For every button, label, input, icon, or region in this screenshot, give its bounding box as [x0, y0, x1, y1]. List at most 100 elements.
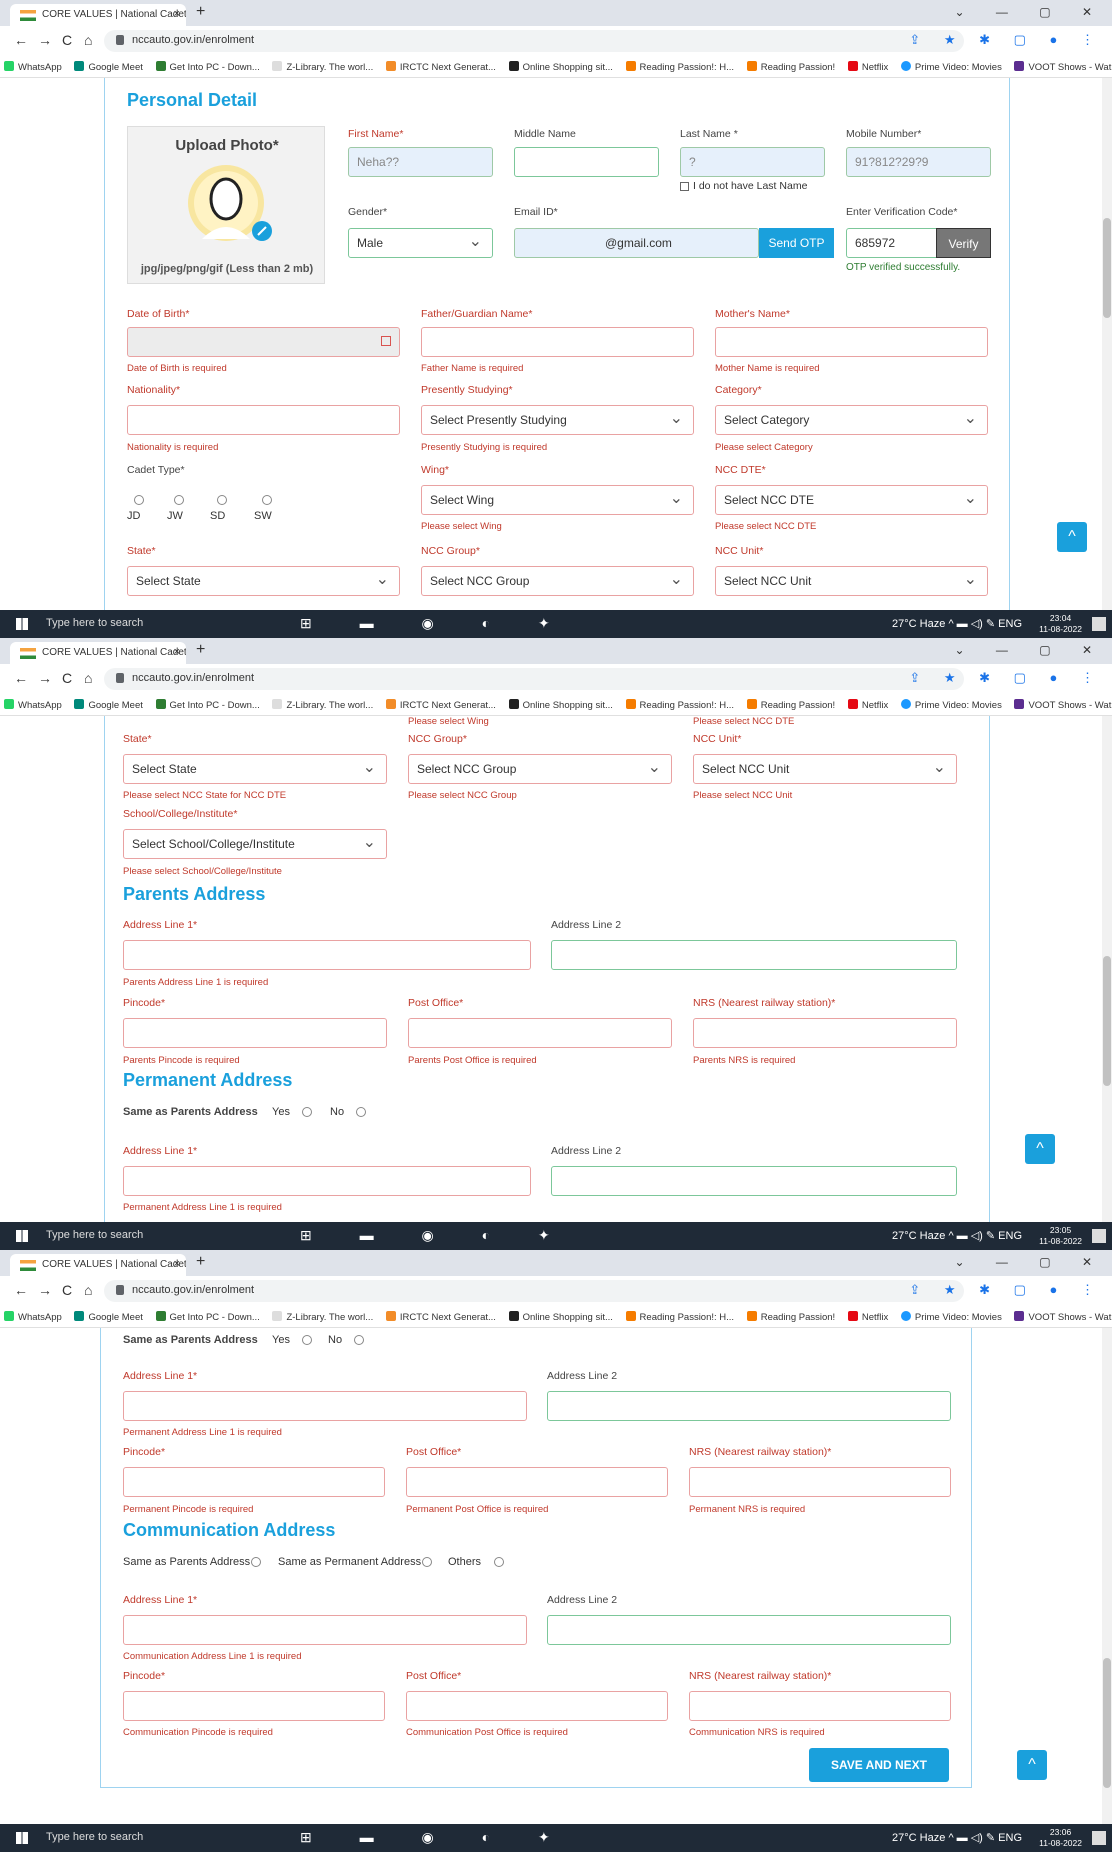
taskbar-app-icons[interactable]: ⊞ ▬ ◉ ◐ ✦	[300, 1829, 572, 1846]
radio-comm-others[interactable]	[494, 1557, 504, 1567]
bookmark-getintopc[interactable]: Get Into PC - Down...	[155, 1311, 260, 1323]
system-tray[interactable]: 27°C Haze ^ ▬ ◁) ✎ ENG	[892, 617, 1022, 630]
parents-pincode-input[interactable]	[123, 1018, 387, 1048]
verify-button[interactable]: Verify	[936, 228, 991, 258]
system-tray[interactable]: 27°C Haze ^ ▬ ◁) ✎ ENG	[892, 1229, 1022, 1242]
bookmark-reading-passion-h[interactable]: Reading Passion!: H...	[625, 1311, 734, 1323]
comm-addr2-input[interactable]	[547, 1615, 951, 1645]
bookmark-voot[interactable]: VOOT Shows - Wat...	[1014, 699, 1112, 711]
comm-po-input[interactable]	[406, 1691, 668, 1721]
taskbar-search[interactable]: Type here to search	[46, 1229, 143, 1241]
scroll-to-top-button[interactable]: ^	[1025, 1134, 1055, 1164]
last-name-input[interactable]: ?	[680, 147, 825, 177]
bookmark-whatsapp[interactable]: WhatsApp	[4, 1311, 62, 1323]
school-select[interactable]: Select School/College/Institute	[123, 829, 387, 859]
toolbar-icons[interactable]: ⇪ ★ ✱ ▢ ● ⋮	[909, 1282, 1104, 1298]
bookmark-whatsapp[interactable]: WhatsApp	[4, 699, 62, 711]
mobile-input[interactable]: 91?812?29?9	[846, 147, 991, 177]
perm-addr2-input[interactable]	[551, 1166, 957, 1196]
studying-select[interactable]: Select Presently Studying	[421, 405, 694, 435]
toolbar-icons[interactable]: ⇪ ★ ✱ ▢ ● ⋮	[909, 670, 1104, 686]
window-controls[interactable]: ⌄ — ▢ ✕	[955, 643, 1106, 657]
scrollbar[interactable]	[1102, 78, 1112, 610]
back-icon[interactable]: ←	[14, 670, 28, 686]
window-controls[interactable]: ⌄ — ▢ ✕	[955, 5, 1106, 19]
middle-name-input[interactable]	[514, 147, 659, 177]
mother-input[interactable]	[715, 327, 988, 357]
parents-addr1-input[interactable]	[123, 940, 531, 970]
bookmark-zlibrary[interactable]: Z-Library. The worl...	[272, 699, 373, 711]
scrollbar-thumb[interactable]	[1103, 956, 1111, 1086]
new-tab-button[interactable]: +	[196, 1253, 205, 1271]
state-select[interactable]: Select State	[127, 566, 400, 596]
radio-comm-permanent[interactable]	[422, 1557, 432, 1567]
bookmark-voot[interactable]: VOOT Shows - Wat...	[1014, 1311, 1112, 1323]
category-select[interactable]: Select Category	[715, 405, 988, 435]
bookmark-netflix[interactable]: Netflix	[847, 1311, 888, 1323]
father-input[interactable]	[421, 327, 694, 357]
toolbar-icons[interactable]: ⇪ ★ ✱ ▢ ● ⋮	[909, 32, 1104, 48]
browser-tab[interactable]: CORE VALUES | National Cadet C ×	[10, 642, 186, 664]
bookmark-zlibrary[interactable]: Z-Library. The worl...	[272, 1311, 373, 1323]
taskbar-clock[interactable]: 23:04 11-08-2022	[1039, 613, 1082, 635]
radio-comm-parents[interactable]	[251, 1557, 261, 1567]
bookmark-reading-passion[interactable]: Reading Passion!	[746, 61, 835, 73]
home-icon[interactable]: ⌂	[84, 32, 92, 48]
group-select[interactable]: Select NCC Group	[421, 566, 694, 596]
bookmark-voot[interactable]: VOOT Shows - Wat...	[1014, 61, 1112, 73]
windows-start-icon[interactable]	[16, 1832, 28, 1844]
reload-icon[interactable]: C	[62, 32, 72, 48]
unit-select[interactable]: Select NCC Unit	[693, 754, 957, 784]
scrollbar-thumb[interactable]	[1103, 1658, 1111, 1788]
perm-nrs-input[interactable]	[689, 1467, 951, 1497]
bookmark-netflix[interactable]: Netflix	[847, 61, 888, 73]
bookmark-reading-passion[interactable]: Reading Passion!	[746, 699, 835, 711]
notification-icon[interactable]	[1092, 1229, 1106, 1243]
bookmark-google-meet[interactable]: Google Meet	[74, 61, 143, 73]
scroll-to-top-button[interactable]: ^	[1017, 1750, 1047, 1780]
save-and-next-button[interactable]: SAVE AND NEXT	[809, 1748, 949, 1782]
upload-photo-box[interactable]: Upload Photo* jpg/jpeg/png/gif (Less tha…	[127, 126, 325, 284]
bookmark-google-meet[interactable]: Google Meet	[74, 699, 143, 711]
gender-select[interactable]: Male	[348, 228, 493, 258]
perm-pincode-input[interactable]	[123, 1467, 385, 1497]
windows-start-icon[interactable]	[16, 1230, 28, 1242]
taskbar-search[interactable]: Type here to search	[46, 1831, 143, 1843]
new-tab-button[interactable]: +	[196, 3, 205, 21]
state-select[interactable]: Select State	[123, 754, 387, 784]
forward-icon[interactable]: →	[38, 32, 52, 48]
comm-pincode-input[interactable]	[123, 1691, 385, 1721]
bookmark-netflix[interactable]: Netflix	[847, 699, 888, 711]
taskbar-clock[interactable]: 23:05 11-08-2022	[1039, 1225, 1082, 1247]
parents-addr2-input[interactable]	[551, 940, 957, 970]
group-select[interactable]: Select NCC Group	[408, 754, 672, 784]
browser-tab[interactable]: CORE VALUES | National Cadet C ×	[10, 4, 186, 26]
bookmark-amazon[interactable]: Online Shopping sit...	[508, 1311, 613, 1323]
bookmark-getintopc[interactable]: Get Into PC - Down...	[155, 699, 260, 711]
radio-jw[interactable]	[174, 495, 184, 505]
scrollbar[interactable]	[1102, 716, 1112, 1222]
address-bar[interactable]: nccauto.gov.in/enrolment	[104, 30, 964, 52]
notification-icon[interactable]	[1092, 1831, 1106, 1845]
bookmark-zlibrary[interactable]: Z-Library. The worl...	[272, 61, 373, 73]
bookmark-irctc[interactable]: IRCTC Next Generat...	[385, 1311, 496, 1323]
no-last-name-checkbox[interactable]	[680, 182, 689, 191]
bookmark-prime-video[interactable]: Prime Video: Movies	[900, 61, 1002, 73]
bookmark-irctc[interactable]: IRCTC Next Generat...	[385, 699, 496, 711]
browser-tab[interactable]: CORE VALUES | National Cadet C ×	[10, 1254, 186, 1276]
bookmark-google-meet[interactable]: Google Meet	[74, 1311, 143, 1323]
back-icon[interactable]: ←	[14, 32, 28, 48]
bookmark-reading-passion[interactable]: Reading Passion!	[746, 1311, 835, 1323]
first-name-input[interactable]: Neha??	[348, 147, 493, 177]
reload-icon[interactable]: C	[62, 670, 72, 686]
close-tab-icon[interactable]: ×	[174, 8, 180, 20]
bookmark-reading-passion-h[interactable]: Reading Passion!: H...	[625, 699, 734, 711]
radio-jd[interactable]	[134, 495, 144, 505]
parents-nrs-input[interactable]	[693, 1018, 957, 1048]
perm-addr1-input[interactable]	[123, 1391, 527, 1421]
wing-select[interactable]: Select Wing	[421, 485, 694, 515]
reload-icon[interactable]: C	[62, 1282, 72, 1298]
perm-po-input[interactable]	[406, 1467, 668, 1497]
email-input[interactable]: @gmail.com	[514, 228, 759, 258]
ncc-dte-select[interactable]: Select NCC DTE	[715, 485, 988, 515]
